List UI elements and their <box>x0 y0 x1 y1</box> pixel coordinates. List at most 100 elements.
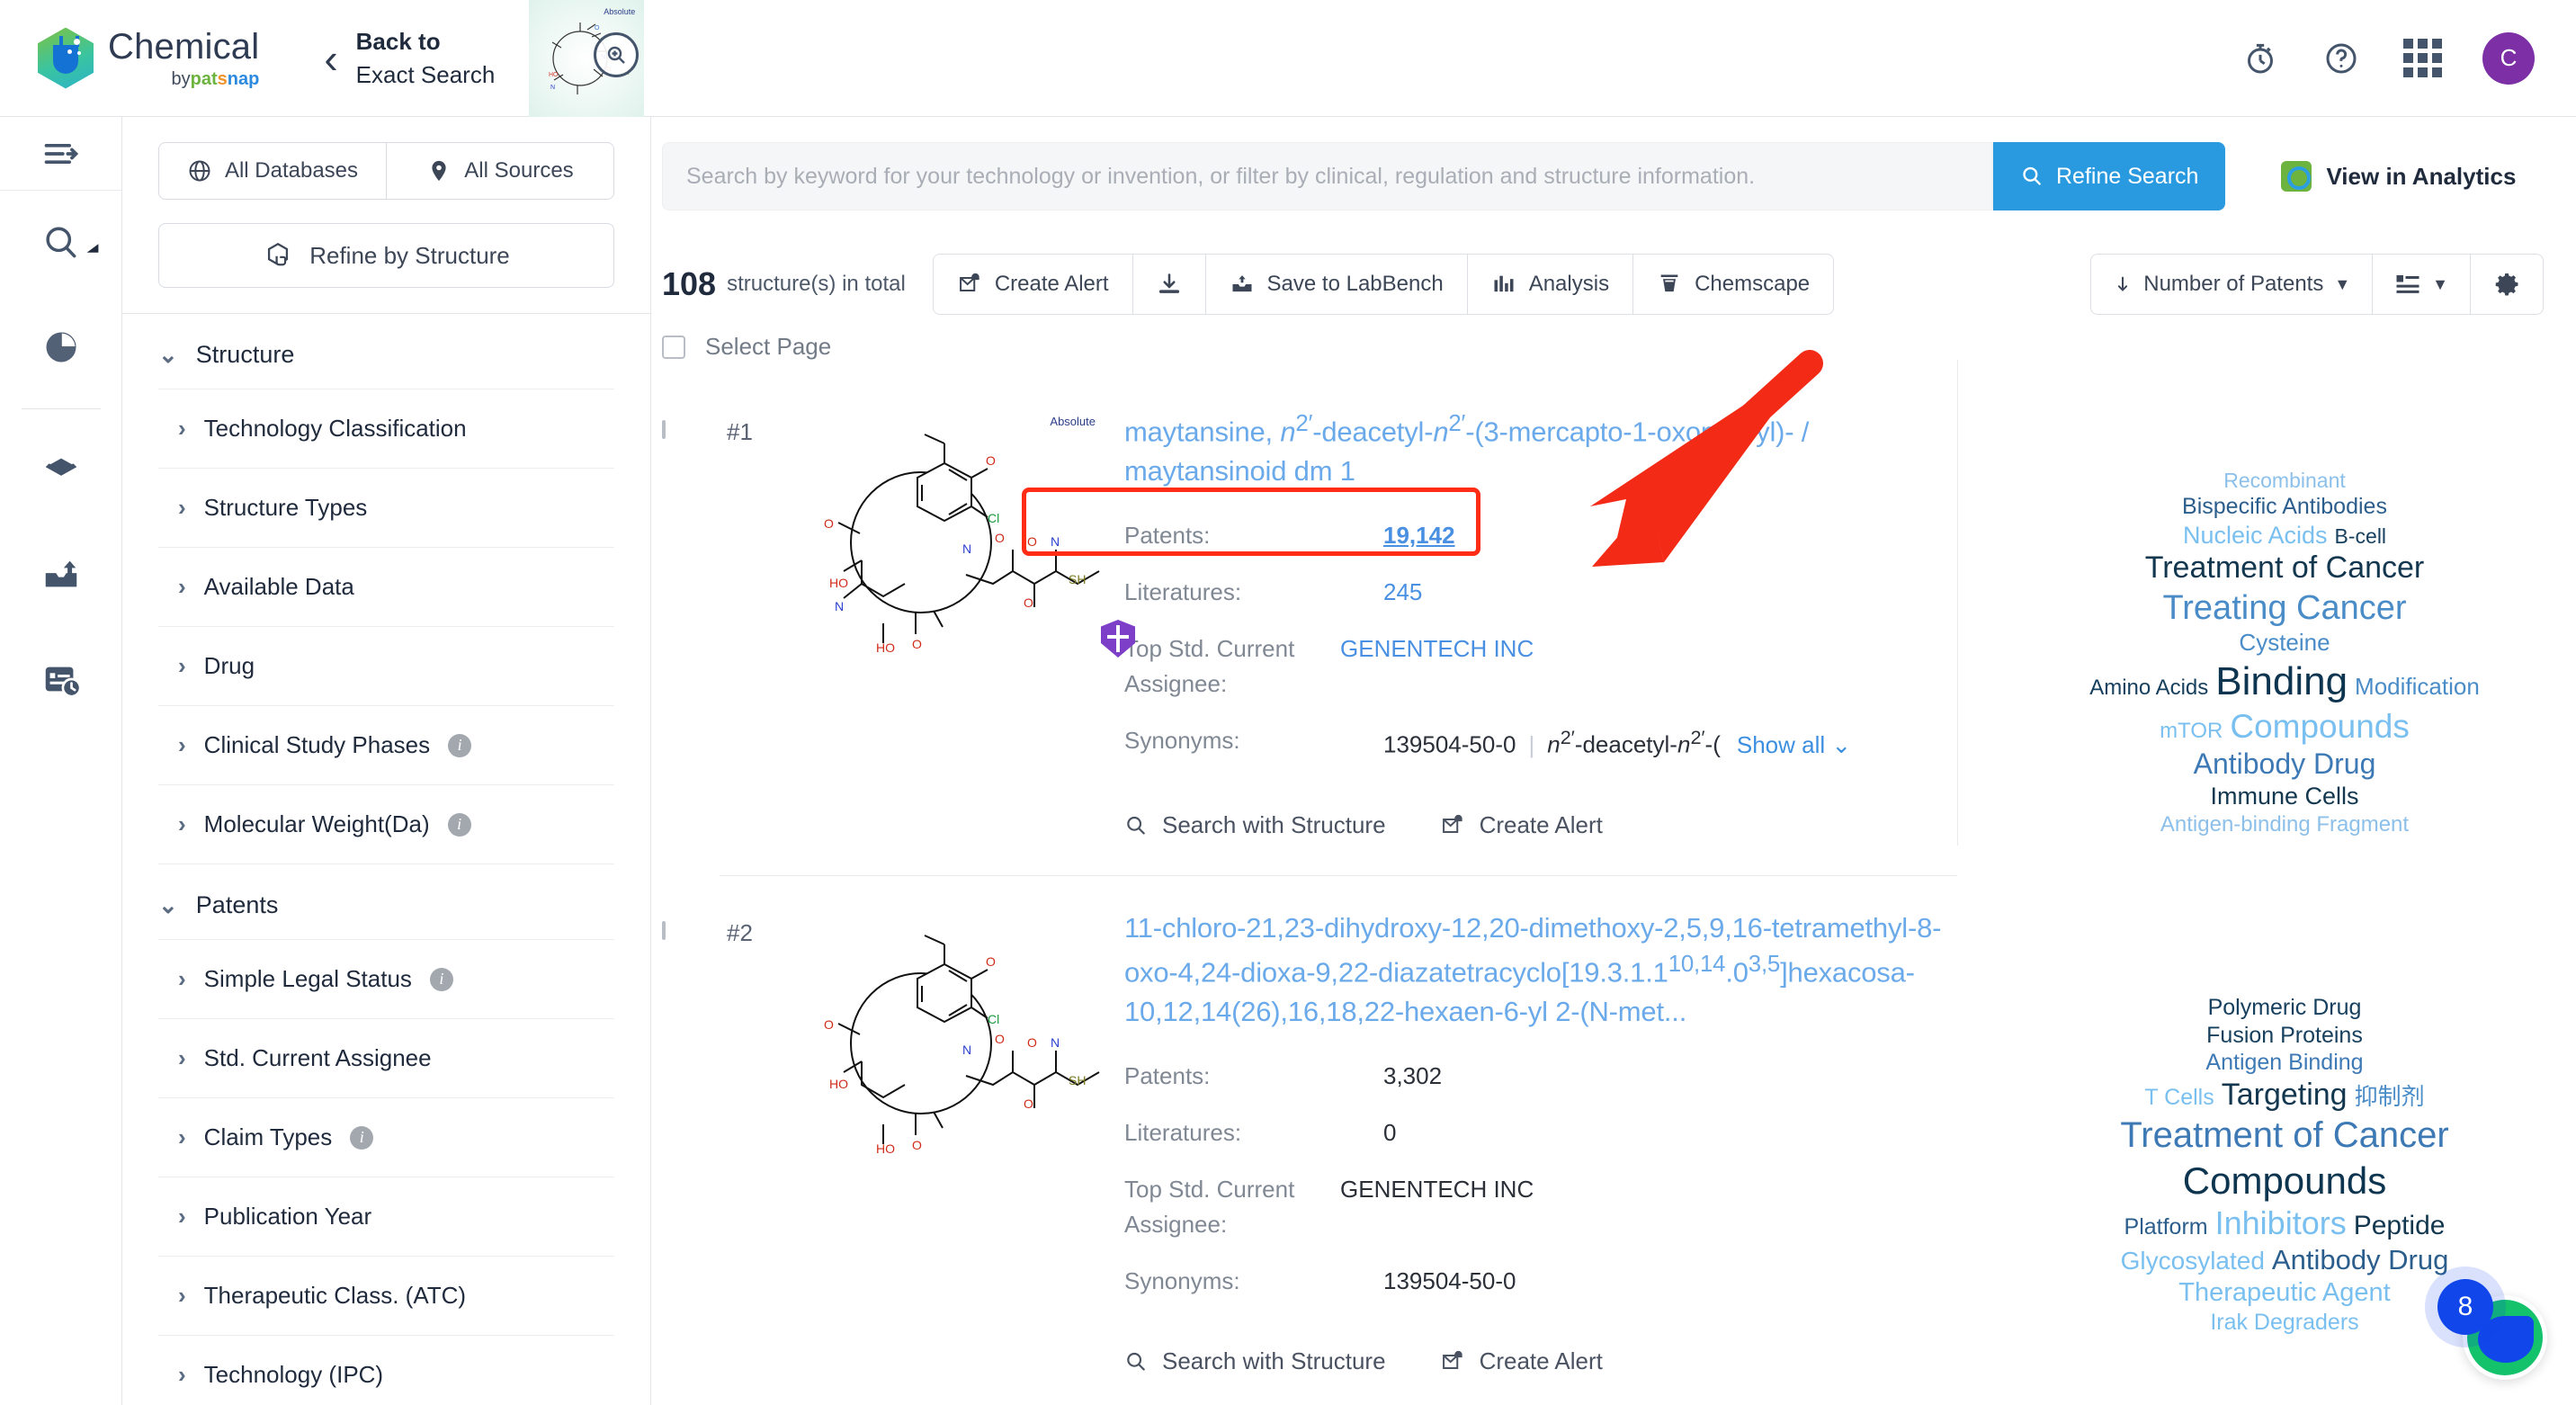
info-icon[interactable]: i <box>429 967 453 991</box>
create-alert-button[interactable]: Create Alert <box>1440 811 1603 839</box>
filter-group-structure[interactable]: ⌄ Structure <box>158 314 614 389</box>
word-cloud-term[interactable]: Antigen Binding <box>2205 1050 2363 1075</box>
word-cloud-term[interactable]: Treatment of Cancer <box>2145 550 2425 585</box>
word-cloud-term[interactable]: Glycosylated <box>2121 1247 2265 1275</box>
word-cloud-term[interactable]: Compounds <box>2230 708 2410 745</box>
word-cloud-term[interactable]: Nucleic Acids <box>2183 522 2328 549</box>
word-cloud-term[interactable]: Fusion Proteins <box>2206 1023 2363 1048</box>
sidebar-item-search[interactable] <box>0 191 121 295</box>
filter-item-drug[interactable]: › Drug <box>158 626 614 705</box>
sidebar-item-workspace[interactable] <box>0 418 121 523</box>
word-cloud-term[interactable]: Targeting <box>2222 1078 2348 1112</box>
filter-item-molecular-weight[interactable]: › Molecular Weight(Da) i <box>158 784 614 864</box>
search-with-structure-button[interactable]: Search with Structure <box>1124 811 1386 839</box>
result-checkbox[interactable] <box>662 420 666 439</box>
filter-item-structure-types[interactable]: › Structure Types <box>158 468 614 547</box>
word-cloud-term[interactable]: Polymeric Drug <box>2208 995 2362 1020</box>
all-sources-button[interactable]: All Sources <box>386 143 613 199</box>
filter-item-technology-ipc[interactable]: › Technology (IPC) <box>158 1335 614 1405</box>
info-icon[interactable]: i <box>447 812 471 837</box>
word-cloud-term[interactable]: Cysteine <box>2239 629 2330 656</box>
apps-grid-icon[interactable] <box>2402 38 2443 79</box>
assignee-value: GENENTECH INC <box>1340 1176 1534 1204</box>
filter-item-claim-types[interactable]: › Claim Types i <box>158 1097 614 1177</box>
chat-assistant-widget[interactable]: 8 <box>2430 1277 2556 1385</box>
result-structure-image[interactable]: O Cl N O O N O SH O HO HO O <box>808 908 1105 1178</box>
download-button[interactable] <box>1131 255 1205 314</box>
filter-item-clinical-study-phases[interactable]: › Clinical Study Phases i <box>158 705 614 784</box>
word-cloud-term[interactable]: T Cells <box>2144 1085 2214 1110</box>
result-title[interactable]: maytansine, n2′-deacetyl-n2′-(3-mercapto… <box>1124 407 1957 491</box>
word-cloud-result-1[interactable]: Recombinant Bispecific Antibodies Nucleic … <box>2015 468 2554 837</box>
word-cloud-term[interactable]: 抑制剂 <box>2355 1083 2425 1110</box>
word-cloud-term[interactable]: Antigen-binding Fragment <box>2160 812 2409 837</box>
avatar[interactable]: C <box>2482 31 2535 85</box>
results-view-controls: Number of Patents ▼ ▼ <box>2090 254 2544 315</box>
word-cloud-term[interactable]: Platform <box>2124 1214 2208 1239</box>
refine-by-structure-button[interactable]: Refine by Structure <box>158 223 614 288</box>
filter-item-technology-classification[interactable]: › Technology Classification <box>158 389 614 468</box>
assignee-link[interactable]: GENENTECH INC <box>1340 624 1534 674</box>
view-mode-button[interactable]: ▼ <box>2372 255 2470 314</box>
settings-button[interactable] <box>2470 255 2543 314</box>
word-cloud-term[interactable]: B-cell <box>2335 524 2387 548</box>
search-with-structure-button[interactable]: Search with Structure <box>1124 1347 1386 1375</box>
word-cloud-term[interactable]: Binding <box>2215 659 2348 703</box>
back-to-exact-search-button[interactable]: ‹ Back to Exact Search <box>324 27 495 89</box>
create-alert-button[interactable]: Create Alert <box>1440 1347 1603 1375</box>
create-alert-button[interactable]: Create Alert <box>934 255 1132 314</box>
word-cloud-term[interactable]: Inhibitors <box>2215 1204 2347 1241</box>
result-title[interactable]: 11-chloro-21,23-dihydroxy-12,20-dimethox… <box>1124 908 1957 1032</box>
word-cloud-term[interactable]: Therapeutic Agent <box>2178 1278 2390 1307</box>
filter-group-patents[interactable]: ⌄ Patents <box>158 864 614 939</box>
result-checkbox[interactable] <box>662 921 666 941</box>
word-cloud-term[interactable]: Antibody Drug <box>2194 747 2376 780</box>
stopwatch-icon[interactable] <box>2240 38 2281 79</box>
word-cloud-term[interactable]: mTOR <box>2160 719 2223 743</box>
app-logo[interactable]: Chemical bypatsnap <box>38 27 259 89</box>
analysis-button[interactable]: Analysis <box>1466 255 1632 314</box>
literatures-count-link[interactable]: 245 <box>1383 568 1422 617</box>
word-cloud-term[interactable]: Peptide <box>2354 1211 2446 1240</box>
word-cloud-term[interactable]: Compounds <box>2183 1159 2386 1202</box>
word-cloud-term[interactable]: Amino Acids <box>2089 676 2208 700</box>
word-cloud-term[interactable]: Immune Cells <box>2210 783 2358 810</box>
select-page-row[interactable]: Select Page <box>662 333 1957 391</box>
word-cloud-term[interactable]: Irak Degraders <box>2210 1310 2358 1335</box>
header-structure-thumbnail[interactable]: Absolute O Cl N O HO N SH <box>529 0 645 117</box>
view-in-analytics-button[interactable]: View in Analytics <box>2281 161 2516 192</box>
filter-item-publication-year[interactable]: › Publication Year <box>158 1177 614 1256</box>
show-all-synonyms-button[interactable]: Show all ⌄ <box>1737 731 1851 758</box>
word-cloud-term[interactable]: Antibody Drug <box>2272 1244 2448 1275</box>
search-input-container[interactable] <box>662 142 1993 210</box>
sidebar-item-history[interactable] <box>0 627 121 731</box>
select-page-checkbox[interactable] <box>662 335 685 359</box>
save-to-labbench-button[interactable]: Save to LabBench <box>1204 255 1467 314</box>
word-cloud-term[interactable]: Modification <box>2355 673 2480 700</box>
sort-button[interactable]: Number of Patents ▼ <box>2091 255 2372 314</box>
zoom-structure-button[interactable] <box>594 31 640 77</box>
sidebar-item-analytics[interactable] <box>0 295 121 399</box>
sidebar-item-upload[interactable] <box>0 523 121 627</box>
filter-item-simple-legal-status[interactable]: › Simple Legal Status i <box>158 939 614 1018</box>
filter-item-std-current-assignee[interactable]: › Std. Current Assignee <box>158 1018 614 1097</box>
patents-count-link[interactable]: 19,142 <box>1383 511 1455 560</box>
expand-menu-button[interactable] <box>0 117 121 191</box>
filter-item-label: Clinical Study Phases <box>203 731 431 758</box>
svg-text:O: O <box>912 637 922 651</box>
word-cloud-term[interactable]: Recombinant <box>2223 469 2346 492</box>
filter-item-available-data[interactable]: › Available Data <box>158 547 614 626</box>
word-cloud-line: T Cells Targeting 抑制剂 <box>2015 1077 2554 1114</box>
info-icon[interactable]: i <box>448 733 472 757</box>
word-cloud-term[interactable]: Treatment of Cancer <box>2120 1115 2448 1155</box>
info-icon[interactable]: i <box>350 1125 374 1150</box>
filter-item-therapeutic-class[interactable]: › Therapeutic Class. (ATC) <box>158 1256 614 1335</box>
all-databases-button[interactable]: All Databases <box>159 143 386 199</box>
search-input[interactable] <box>686 163 1969 190</box>
word-cloud-term[interactable]: Treating Cancer <box>2162 589 2406 627</box>
result-structure-image[interactable]: Absolute O Cl N O O N O SH O HO N HO O <box>808 407 1135 677</box>
help-icon[interactable] <box>2321 38 2362 79</box>
refine-search-button[interactable]: Refine Search <box>1993 142 2226 210</box>
word-cloud-term[interactable]: Bispecific Antibodies <box>2182 494 2387 519</box>
chemscape-button[interactable]: Chemscape <box>1632 255 1833 314</box>
